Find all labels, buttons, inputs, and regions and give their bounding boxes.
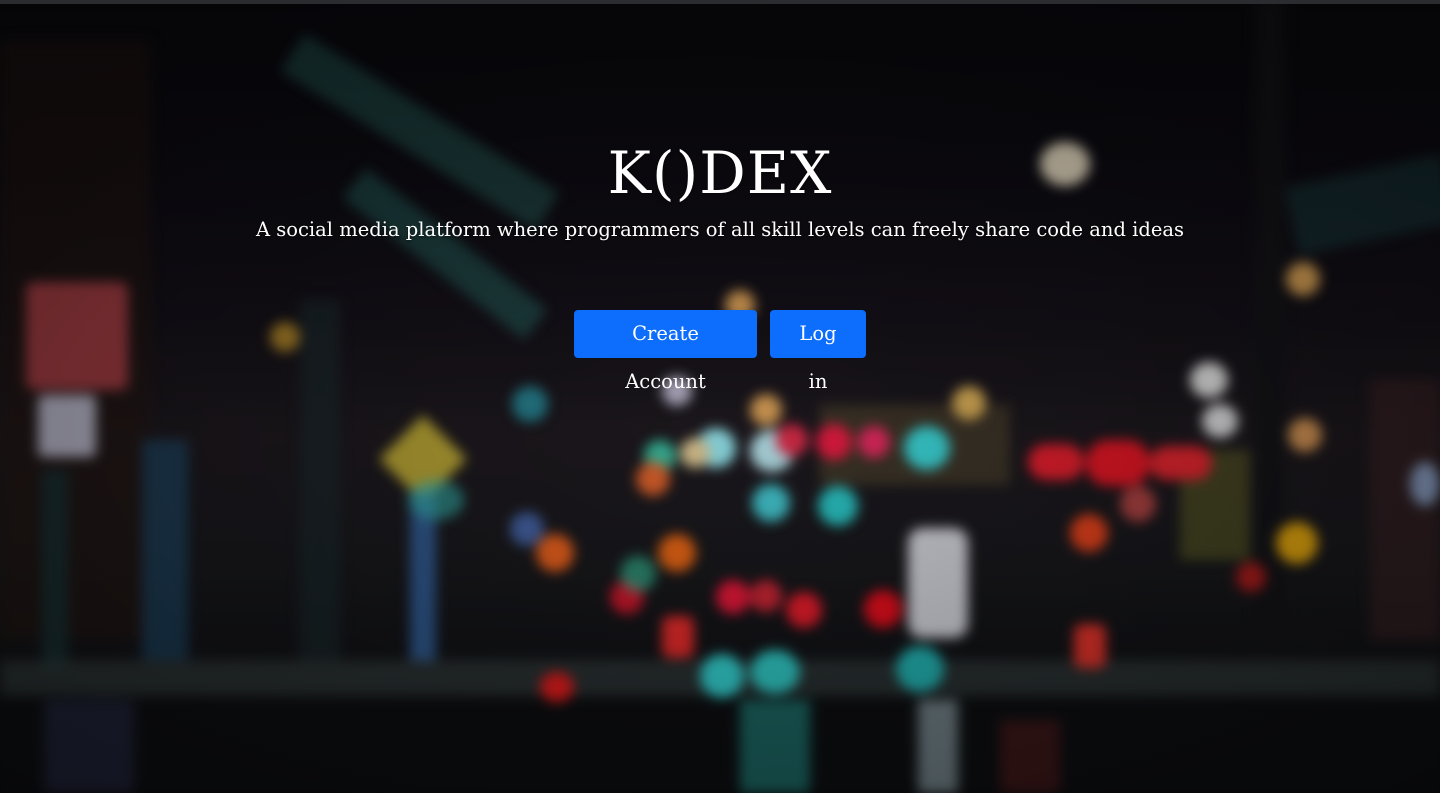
page: K()DEX A social media platform where pro… [0,0,1440,793]
brand-title: K()DEX [607,139,833,207]
hero-section: K()DEX A social media platform where pro… [0,0,1440,793]
login-button[interactable]: Log in [770,310,866,393]
tagline: A social media platform where programmer… [255,218,1185,241]
create-account-button[interactable]: Create Account [574,310,757,393]
hero-actions: Create Account Log in [0,310,1440,393]
